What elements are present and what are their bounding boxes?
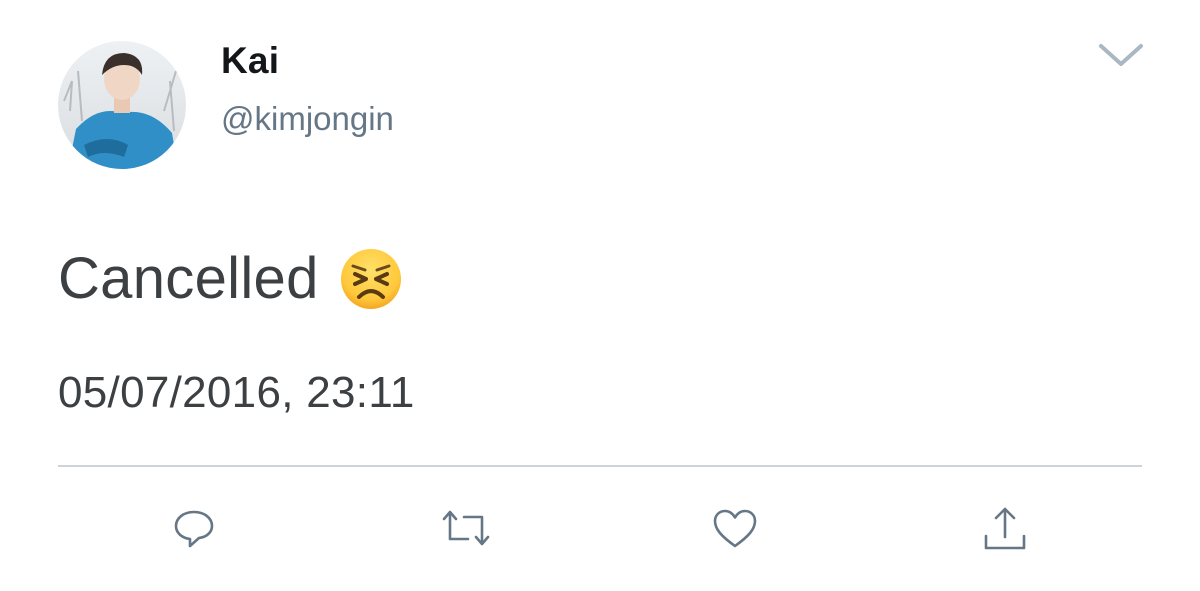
tweet-card: Kai @kimjongin Cancelled 05/07/2016, 23:… [0,0,1200,591]
persevering-face-icon [339,247,403,311]
handle[interactable]: @kimjongin [221,100,394,138]
display-name[interactable]: Kai [221,40,279,82]
tweet-text-content: Cancelled [58,246,319,311]
share-button[interactable] [980,505,1030,555]
retweet-button[interactable] [441,505,491,555]
divider [58,465,1142,467]
reply-icon [171,505,217,556]
tweet-text: Cancelled [58,245,403,312]
reply-button[interactable] [169,505,219,555]
like-button[interactable] [710,505,760,555]
retweet-icon [438,505,494,556]
share-icon [980,503,1030,558]
timestamp: 05/07/2016, 23:11 [58,368,415,417]
heart-icon [711,505,759,556]
avatar[interactable] [58,41,186,169]
chevron-down-icon[interactable] [1096,38,1146,72]
